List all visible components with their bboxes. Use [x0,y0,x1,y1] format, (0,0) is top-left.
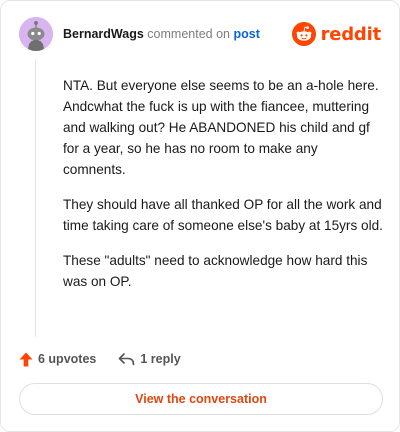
reply-button[interactable]: 1 reply [118,352,181,366]
comment-actions: 6 upvotes 1 reply [19,349,181,369]
post-link[interactable]: post [233,27,259,41]
reddit-logo[interactable]: reddit [291,20,382,48]
reddit-logo-icon [291,22,316,46]
comment-paragraph: These "adults" need to acknowledge how h… [63,253,368,289]
username-link[interactable]: BernardWags [63,27,144,41]
upvote-count: 6 upvotes [38,352,97,366]
comment-paragraph: NTA. But everyone else seems to be an a-… [63,78,379,177]
snoo-avatar-icon [19,17,53,51]
action-text: commented on [147,27,230,41]
upvote-arrow-icon [19,352,33,366]
reddit-wordmark: reddit [320,23,382,45]
comment-paragraph: They should have all thanked OP for all … [63,197,383,233]
comment-header: BernardWags commented on post reddit [19,17,381,51]
upvote-button[interactable]: 6 upvotes [19,352,96,367]
user-avatar[interactable] [19,17,53,51]
reply-arrow-icon [119,352,135,365]
comment-body: NTA. But everyone else seems to be an a-… [63,75,383,306]
view-conversation-button[interactable]: View the conversation [19,383,383,415]
comment-embed-card: BernardWags commented on post reddit NTA… [0,0,400,432]
thread-line [35,59,36,337]
comment-meta: BernardWags commented on post [63,26,260,42]
reply-count: 1 reply [140,352,181,366]
